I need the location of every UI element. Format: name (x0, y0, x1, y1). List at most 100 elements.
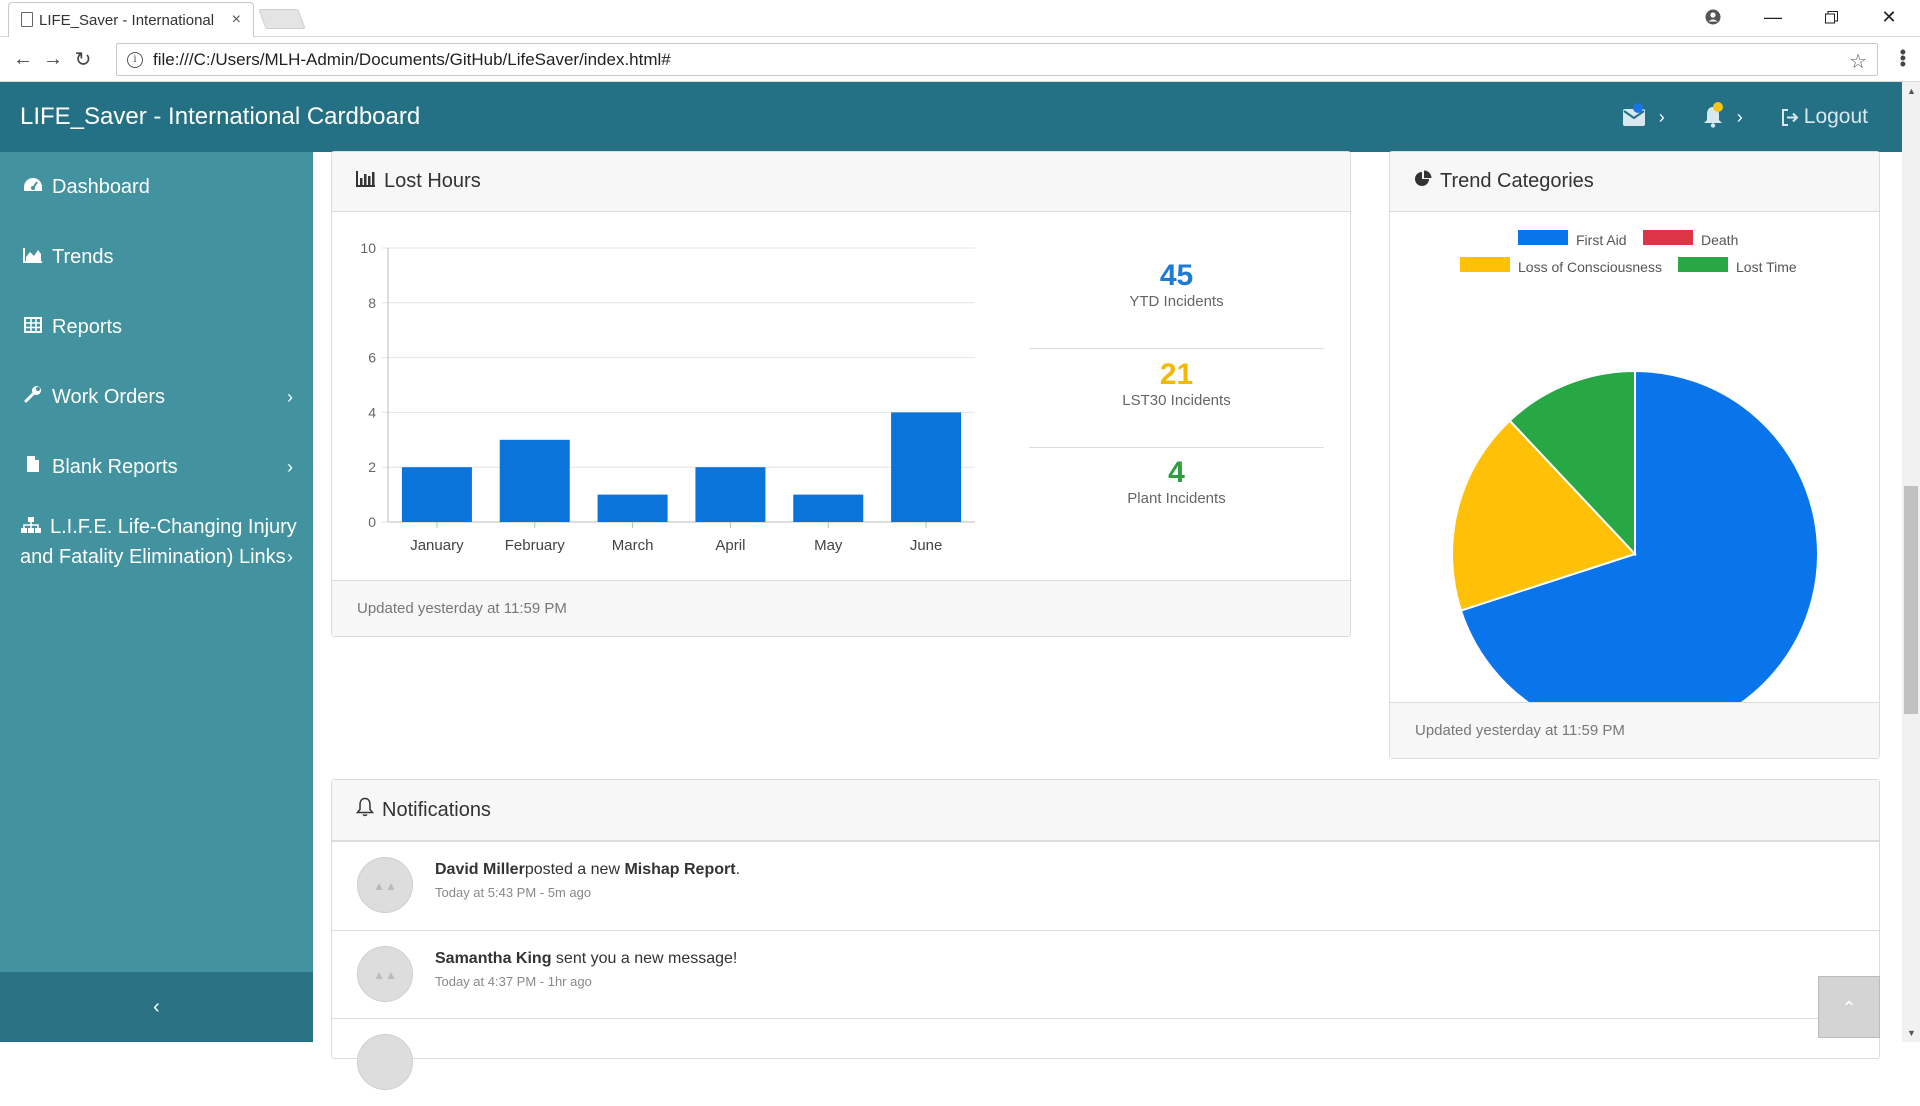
account-icon[interactable] (1684, 0, 1742, 34)
sidebar-item-work-orders[interactable]: Work Orders › (0, 362, 313, 432)
browser-menu-icon[interactable]: • • • (1900, 43, 1906, 73)
lost-hours-bar-chart: 0 2 4 6 8 10 January February March April May June (360, 240, 975, 554)
sidebar-item-life-links[interactable]: L.I.F.E. Life-Changing Injury and Fatali… (0, 502, 313, 586)
notification-time: Today at 5:43 PM - 5m ago (435, 885, 592, 900)
x-tick-label: February (505, 537, 566, 554)
x-tick-label: March (612, 537, 654, 554)
header-actions: › › Logout (1585, 82, 1868, 152)
sidebar: Dashboard Trends Reports Work Orders › B… (0, 152, 313, 1042)
notification-time: Today at 4:37 PM - 1hr ago (435, 974, 592, 989)
scroll-down-arrow-icon[interactable]: ▼ (1907, 1028, 1916, 1038)
sign-out-icon (1781, 108, 1799, 126)
x-tick-label: January (410, 537, 464, 554)
chevron-right-icon: › (287, 547, 293, 567)
back-to-top-button[interactable]: ⌃ (1818, 976, 1880, 1038)
y-tick-label: 10 (360, 240, 376, 256)
card-title: Lost Hours (384, 170, 481, 192)
url-input[interactable]: i file:///C:/Users/MLH-Admin/Documents/G… (116, 43, 1878, 76)
close-window-button[interactable]: ✕ (1860, 0, 1918, 34)
logout-label: Logout (1803, 105, 1868, 128)
browser-tab[interactable]: LIFE_Saver - International × (8, 2, 254, 37)
scrollbar-thumb[interactable] (1904, 486, 1918, 714)
incident-stats: 45 YTD Incidents 21 LST30 Incidents 4 Pl… (1029, 212, 1324, 572)
stat-label: LST30 Incidents (1122, 392, 1231, 409)
stat-value: 21 (1159, 358, 1194, 391)
sidebar-item-reports[interactable]: Reports (0, 292, 313, 362)
restore-button[interactable] (1802, 0, 1860, 34)
minimize-button[interactable]: — (1744, 0, 1802, 34)
sidebar-item-label-line2: and Fatality Elimination) Links (20, 546, 286, 568)
sidebar-item-label: Reports (52, 315, 123, 338)
page-scrollbar[interactable]: ▲ ▼ (1902, 82, 1920, 1042)
sidebar-item-blank-reports[interactable]: Blank Reports › (0, 432, 313, 502)
lost-hours-card: Lost Hours 0 2 4 6 8 10 January February March Ap… (331, 151, 1351, 637)
notification-link[interactable]: Mishap Report (624, 861, 735, 878)
notification-item[interactable]: ▲▲ Samantha King sent you a new message!… (332, 930, 1879, 1018)
trend-categories-card: Trend Categories First Aid Death Loss of C… (1389, 151, 1880, 759)
bar (695, 467, 766, 522)
avatar: ▲▲ (357, 946, 413, 1002)
bar (499, 439, 570, 522)
logout-button[interactable]: Logout (1781, 105, 1868, 129)
messages-button[interactable]: › (1622, 102, 1665, 128)
notification-author[interactable]: David Miller (435, 861, 525, 878)
stat-value: 45 (1159, 259, 1194, 292)
scroll-up-arrow-icon[interactable]: ▲ (1907, 86, 1916, 96)
trend-categories-pie-chart: First Aid Death Loss of Consciousness Lost … (1451, 230, 1819, 702)
notification-message: sent you a new message! (551, 950, 738, 967)
back-arrow-icon[interactable]: ← (8, 48, 38, 71)
forward-arrow-icon[interactable]: → (38, 48, 68, 71)
card-footer: Updated yesterday at 11:59 PM (332, 580, 1350, 636)
legend-swatch (1518, 230, 1568, 245)
sidebar-item-label: Blank Reports (52, 455, 178, 478)
chevron-right-icon: › (287, 456, 293, 477)
wrench-icon (22, 385, 44, 409)
y-tick-label: 4 (368, 404, 376, 420)
bookmark-star-icon[interactable]: ☆ (1849, 49, 1867, 74)
notification-message: posted a new (524, 861, 625, 878)
card-footer: Updated yesterday at 11:59 PM (1390, 702, 1879, 758)
sidebar-item-dashboard[interactable]: Dashboard (0, 152, 313, 222)
sidebar-collapse-button[interactable]: ‹ (0, 972, 313, 1042)
notification-item[interactable]: ▲▲ David Millerposted a new Mishap Repor… (332, 842, 1879, 930)
card-header: Lost Hours (332, 152, 1350, 212)
divider (1029, 348, 1324, 349)
stat-ytd: 45 YTD Incidents (1029, 259, 1324, 310)
bar (597, 494, 668, 522)
y-tick-label: 0 (368, 514, 376, 530)
chevron-right-icon: › (1658, 106, 1665, 127)
bar (401, 467, 472, 522)
browser-tabstrip: LIFE_Saver - International × — ✕ (0, 0, 1920, 37)
tab-close-icon[interactable]: × (232, 11, 241, 29)
card-title: Trend Categories (1440, 170, 1594, 192)
notification-text: David Millerposted a new Mishap Report. (435, 861, 740, 879)
document-icon (21, 12, 33, 27)
notification-author[interactable]: Samantha King (435, 950, 551, 967)
y-tick-label: 6 (368, 350, 376, 366)
notifications-button[interactable]: › (1703, 102, 1743, 128)
sidebar-item-label: L.I.F.E. Life-Changing Injury (50, 516, 297, 538)
stat-value: 4 (1168, 456, 1185, 489)
area-chart-icon (22, 246, 44, 269)
tab-title: LIFE_Saver - International (39, 11, 215, 29)
file-icon (22, 455, 44, 479)
notification-item[interactable] (332, 1018, 1879, 1106)
stat-plant: 4 Plant Incidents (1029, 456, 1324, 507)
messages-dot (1632, 102, 1643, 113)
table-icon (22, 316, 44, 339)
reload-icon[interactable]: ↻ (68, 47, 98, 72)
sidebar-item-label: Trends (52, 245, 114, 268)
notification-end: . (735, 861, 741, 878)
brand-title[interactable]: LIFE_Saver - International Cardboard (20, 103, 420, 131)
stat-lst30: 21 LST30 Incidents (1029, 358, 1324, 409)
sidebar-item-trends[interactable]: Trends (0, 222, 313, 292)
y-tick-label: 8 (368, 295, 376, 311)
legend-label: Loss of Consciousness (1518, 259, 1662, 275)
app-header: LIFE_Saver - International Cardboard › ›… (0, 82, 1902, 152)
avatar: ▲▲ (357, 857, 413, 913)
stat-label: YTD Incidents (1129, 293, 1224, 310)
sidebar-item-label: Dashboard (52, 175, 150, 198)
info-icon[interactable]: i (127, 51, 143, 68)
avatar (357, 1034, 413, 1090)
new-tab-button[interactable] (258, 9, 306, 29)
